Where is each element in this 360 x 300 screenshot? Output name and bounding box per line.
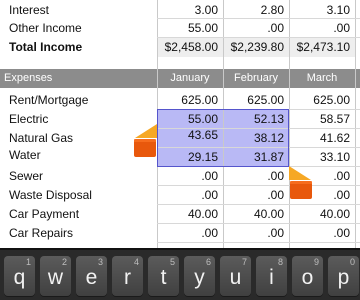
table-row-total-income: Total Income $2,458.00 $2,239.80 $2,473.… bbox=[0, 37, 360, 57]
cell-value[interactable]: .00 bbox=[223, 18, 289, 38]
cell-value[interactable]: $2,473.10 bbox=[289, 37, 355, 57]
cell-value[interactable]: .00 bbox=[289, 18, 355, 38]
key-i[interactable]: 8i bbox=[256, 256, 287, 296]
cell-value[interactable]: .00 bbox=[289, 223, 355, 243]
table-row-rent-mortgage: Rent/Mortgage 625.00 625.00 625.00 bbox=[0, 90, 360, 110]
cell-value[interactable]: .00 bbox=[157, 166, 223, 186]
cell-value[interactable]: 40.00 bbox=[157, 204, 223, 224]
cell-value[interactable]: 2.80 bbox=[223, 0, 289, 20]
selection-end-handle-icon bbox=[289, 166, 312, 199]
key-char: u bbox=[229, 266, 242, 289]
key-r[interactable]: 4r bbox=[112, 256, 143, 296]
key-e[interactable]: 3e bbox=[76, 256, 107, 296]
key-char: i bbox=[269, 266, 274, 289]
cell-value[interactable]: 3.00 bbox=[157, 0, 223, 20]
spreadsheet-grid[interactable]: Interest 3.00 2.80 3.10 Other Income 55.… bbox=[0, 0, 360, 248]
row-label[interactable]: Other Income bbox=[0, 18, 157, 38]
selection-start-handle[interactable] bbox=[131, 124, 157, 159]
cell-value[interactable]: $2,458.00 bbox=[157, 37, 223, 57]
grid-line bbox=[157, 37, 360, 38]
selection-end-handle[interactable] bbox=[289, 166, 315, 201]
cell-value[interactable]: 40.00 bbox=[223, 204, 289, 224]
row-label[interactable]: Sewer bbox=[0, 166, 157, 186]
row-label[interactable]: Car Payment bbox=[0, 204, 157, 224]
selection-border bbox=[157, 109, 289, 167]
table-row-car-payment: Car Payment 40.00 40.00 40.00 bbox=[0, 204, 360, 224]
row-label[interactable]: Interest bbox=[0, 0, 157, 20]
key-o[interactable]: 9o bbox=[292, 256, 323, 296]
key-char: w bbox=[47, 266, 64, 289]
key-char: r bbox=[124, 266, 131, 289]
grid-line bbox=[157, 18, 360, 19]
row-label[interactable]: Car Repairs bbox=[0, 223, 157, 243]
key-u[interactable]: 7u bbox=[220, 256, 251, 296]
cell-value[interactable]: 3.10 bbox=[289, 0, 355, 20]
cell-value[interactable]: 625.00 bbox=[157, 90, 223, 110]
key-char: p bbox=[337, 266, 350, 289]
selection-start-handle-icon bbox=[134, 124, 157, 157]
column-header-march[interactable]: March bbox=[289, 69, 355, 88]
table-row-interest: Interest 3.00 2.80 3.10 bbox=[0, 0, 360, 20]
key-char: y bbox=[194, 266, 205, 289]
key-char: e bbox=[85, 266, 98, 289]
cell-value[interactable]: .00 bbox=[157, 223, 223, 243]
cell-value[interactable]: .00 bbox=[157, 185, 223, 205]
cell-value[interactable]: 625.00 bbox=[223, 90, 289, 110]
cell-value[interactable]: .00 bbox=[223, 223, 289, 243]
cell-value[interactable]: 40.00 bbox=[289, 204, 355, 224]
column-header-february[interactable]: February bbox=[223, 69, 289, 88]
column-header-january[interactable]: January bbox=[157, 69, 223, 88]
table-row-other-income: Other Income 55.00 .00 .00 bbox=[0, 18, 360, 38]
key-char: q bbox=[13, 266, 26, 289]
key-t[interactable]: 5t bbox=[148, 256, 179, 296]
key-char: o bbox=[301, 266, 314, 289]
cell-value[interactable]: 33.10 bbox=[289, 147, 355, 167]
expenses-header[interactable]: Expenses bbox=[0, 69, 157, 88]
cell-value[interactable]: .00 bbox=[223, 185, 289, 205]
row-label[interactable]: Total Income bbox=[0, 37, 157, 57]
key-char: t bbox=[160, 266, 167, 289]
table-row-car-repairs: Car Repairs .00 .00 .00 bbox=[0, 223, 360, 243]
key-q[interactable]: 1q bbox=[4, 256, 35, 296]
row-label[interactable]: Rent/Mortgage bbox=[0, 90, 157, 110]
expenses-header-row: Expenses January February March bbox=[0, 69, 360, 88]
cell-value[interactable]: 625.00 bbox=[289, 90, 355, 110]
cell-value[interactable]: $2,239.80 bbox=[223, 37, 289, 57]
soft-keyboard: 1q 2w 3e 4r 5t 6y 7u 8i 9o 0p bbox=[0, 248, 360, 300]
key-w[interactable]: 2w bbox=[40, 256, 71, 296]
row-label[interactable]: Waste Disposal bbox=[0, 185, 157, 205]
cell-value[interactable]: 41.62 bbox=[289, 128, 355, 148]
key-p[interactable]: 0p bbox=[328, 256, 359, 296]
cell-value[interactable]: .00 bbox=[223, 166, 289, 186]
cell-value[interactable]: 58.57 bbox=[289, 109, 355, 129]
cell-value[interactable]: 55.00 bbox=[157, 18, 223, 38]
key-y[interactable]: 6y bbox=[184, 256, 215, 296]
